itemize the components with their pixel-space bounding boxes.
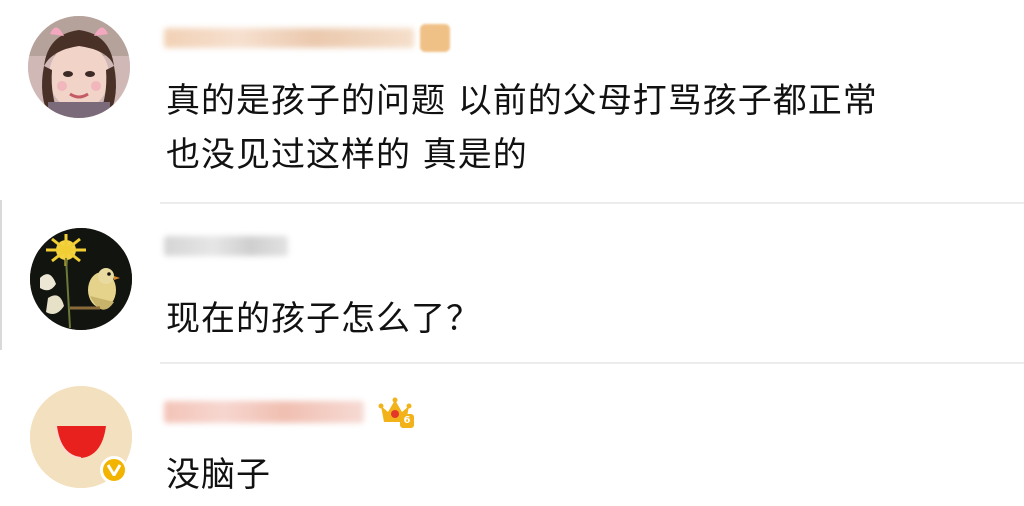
badge-level: 6 [400, 414, 414, 428]
crown-badge-icon: 6 [378, 396, 414, 428]
comment-line: 真的是孩子的问题 以前的父母打骂孩子都正常 [166, 81, 878, 121]
verified-v-icon [100, 456, 128, 484]
username-row[interactable] [164, 226, 304, 266]
username-row[interactable] [164, 18, 454, 58]
comment-1: 真的是孩子的问题 以前的父母打骂孩子都正常 也没见过这样的 真是的 [0, 0, 1024, 200]
level-badge-icon [420, 24, 450, 52]
comment-line: 也没见过这样的 真是的 [166, 135, 528, 175]
username-row[interactable]: 6 [164, 392, 424, 432]
user-avatar[interactable] [30, 228, 132, 330]
username-blurred[interactable] [164, 28, 414, 48]
comment-text: 没脑子 [166, 448, 1016, 502]
woman-selfie-avatar-icon [28, 16, 130, 118]
comment-text: 真的是孩子的问题 以前的父母打骂孩子都正常 也没见过这样的 真是的 [166, 74, 1016, 182]
comment-2: 现在的孩子怎么了？ [0, 204, 1024, 354]
comment-3: 6 没脑子 [0, 364, 1024, 506]
username-blurred[interactable] [164, 401, 364, 423]
comment-line: 现在的孩子怎么了？ [166, 299, 481, 339]
comment-line: 没脑子 [166, 455, 271, 495]
user-avatar[interactable] [28, 16, 130, 118]
username-blurred[interactable] [164, 236, 288, 256]
flower-bird-avatar-icon [30, 228, 132, 330]
comment-text: 现在的孩子怎么了？ [166, 292, 1016, 346]
